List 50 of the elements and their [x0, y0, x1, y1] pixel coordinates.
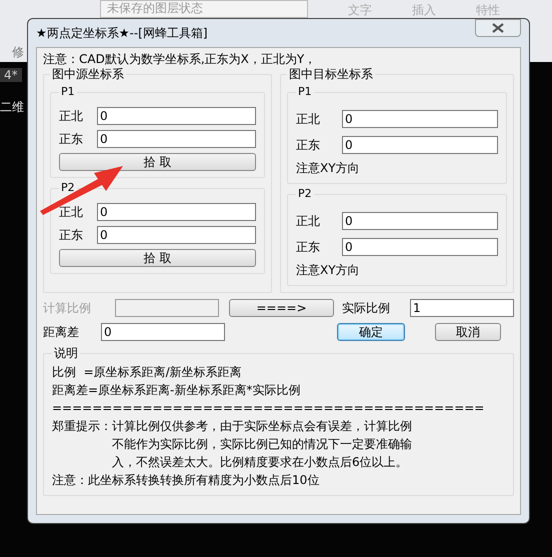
tip-text: 不能作为实际比例，实际比例已知的情况下一定要准确输: [112, 436, 412, 453]
field-label: 正北: [296, 212, 321, 230]
panel-label: 修: [12, 44, 24, 61]
explanation-text: 距离差=原坐标系距离-新坐标系距离*实际比例: [52, 382, 302, 399]
drawing-tab[interactable]: 4*: [0, 68, 22, 82]
close-icon: [492, 23, 504, 33]
close-button[interactable]: [475, 19, 521, 37]
input-field[interactable]: 0: [97, 203, 256, 221]
hint-text: 注意XY方向: [296, 160, 361, 177]
note-text: 注意：CAD默认为数学坐标系,正东为X，正北为Y，: [43, 52, 318, 66]
field-label: 实际比例: [342, 300, 391, 316]
input-field[interactable]: 0: [342, 136, 498, 154]
group-title: 说明: [53, 345, 79, 361]
field-label: 正北: [59, 204, 84, 220]
group-title: 图中目标坐标系: [288, 66, 374, 82]
field-label: 正东: [296, 136, 321, 154]
tip-text: 入，不然误差太大。比例精度要求在小数点后6位以上。: [112, 454, 409, 471]
explanation-text: ===========================================: [52, 400, 486, 417]
point-label: P1: [297, 84, 313, 100]
field-label: 正东: [59, 130, 84, 148]
transfer-button[interactable]: ====>: [229, 299, 334, 317]
tip-label: 郑重提示：: [52, 418, 112, 435]
explanation-text: 比例 =原坐标系距离/新坐标系距离: [52, 364, 243, 381]
hint-text: 注意XY方向: [296, 262, 361, 279]
input-field[interactable]: 0: [97, 226, 256, 244]
field-label: 正北: [296, 110, 321, 128]
input-field[interactable]: 0: [97, 107, 256, 125]
point-label: P2: [60, 180, 76, 196]
group-title: 图中源坐标系: [51, 66, 125, 82]
point-label: P1: [60, 84, 76, 100]
field-label: 正北: [59, 108, 84, 124]
input-field[interactable]: 1: [410, 299, 514, 317]
footer-note: 注意：此坐标系转换转换所有精度为小数点后10位: [52, 472, 320, 489]
field-label: 计算比例: [43, 300, 92, 316]
pick-button[interactable]: 拾 取: [59, 249, 256, 267]
window-title: ★两点定坐标系★--[网蜂工具箱]: [36, 24, 208, 42]
pick-button[interactable]: 拾 取: [59, 153, 256, 171]
input-field[interactable]: 0: [97, 130, 256, 148]
command-text: 二维: [0, 99, 24, 116]
input-field[interactable]: 0: [101, 323, 225, 341]
input-field[interactable]: 0: [342, 238, 498, 256]
point-label: P2: [297, 186, 313, 202]
tip-text: 计算比例仅供参考，由于实际坐标点会有误差，计算比例: [112, 418, 412, 435]
input-field[interactable]: 0: [342, 110, 498, 128]
dialog-button[interactable]: 取消: [435, 323, 501, 341]
field-label: 距离差: [43, 324, 80, 340]
field-label: 正东: [296, 238, 321, 256]
dialog-button[interactable]: 确定: [337, 323, 405, 341]
field-label: 正东: [59, 226, 84, 244]
input-field[interactable]: 0: [342, 212, 498, 230]
